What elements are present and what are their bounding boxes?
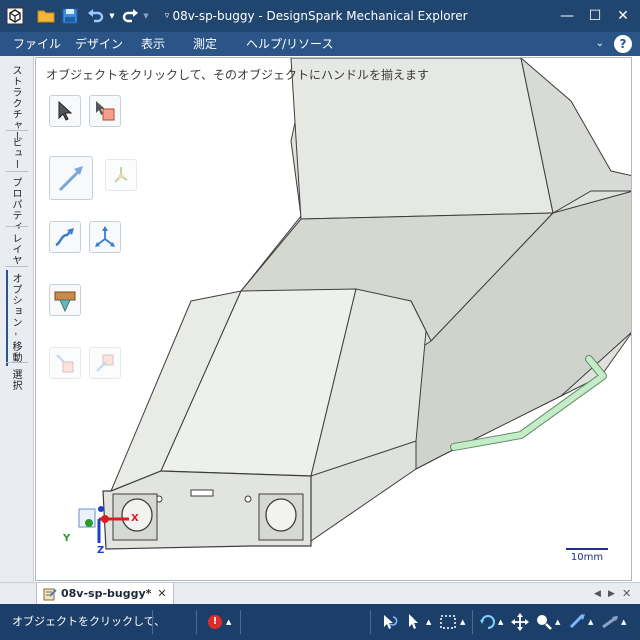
minimize-button[interactable]: — [552, 0, 582, 32]
side-tab-divider [6, 266, 28, 267]
menu-file[interactable]: ファイル [13, 32, 61, 56]
tab-close-icon[interactable]: ✕ [622, 583, 631, 605]
rotate-icon[interactable] [478, 612, 498, 632]
anchor-icon [114, 167, 128, 183]
anchor-tool[interactable] [105, 159, 137, 191]
status-separator [196, 610, 197, 634]
title-bar: 08v-sp-buggy - DesignSpark Mechanical Ex… [0, 0, 640, 32]
cursor-arrow-icon [58, 100, 73, 121]
save-icon[interactable] [60, 6, 80, 26]
side-tab-strip: ストラクチャー ビュー プロパティ レイヤ オプション - 移動 選択 [0, 56, 34, 583]
undo-icon[interactable] [86, 6, 106, 26]
fly-dropdown-icon[interactable]: ▲ [621, 612, 629, 632]
spin-icon[interactable] [568, 612, 588, 632]
box-select-icon[interactable] [438, 612, 458, 632]
customize-toolbar-icon[interactable]: ▿ [162, 6, 172, 26]
status-separator [370, 610, 371, 634]
pan-icon[interactable] [510, 612, 530, 632]
menu-measure[interactable]: 測定 [193, 32, 217, 56]
redo-icon[interactable] [120, 6, 140, 26]
select-box-icon [96, 101, 115, 121]
select-component-tool[interactable] [89, 95, 121, 127]
side-tab-divider [6, 362, 28, 363]
side-tab-structure[interactable]: ストラクチャー [6, 62, 28, 145]
disabled-tool-b [89, 347, 121, 379]
menu-help-resources[interactable]: ヘルプ/リソース [246, 32, 333, 56]
menu-bar: ファイル デザイン 表示 測定 ヘルプ/リソース ⌄ ? [0, 32, 640, 56]
status-separator [240, 610, 241, 634]
multi-arrow-icon [95, 226, 115, 247]
ribbon-collapse-icon[interactable]: ⌄ [596, 32, 604, 56]
tab-scroll-right-icon[interactable]: ▶ [608, 583, 615, 605]
zoom-icon[interactable] [534, 612, 554, 632]
z-axis-label: Z [97, 545, 105, 556]
menu-design[interactable]: デザイン [75, 32, 123, 56]
side-tab-layers[interactable]: レイヤ [6, 230, 28, 269]
ruler-dimension-tool[interactable] [49, 284, 81, 316]
fly-icon[interactable] [600, 612, 620, 632]
undo-dropdown-icon[interactable]: ▼ [108, 6, 116, 26]
zoom-dropdown-icon[interactable]: ▲ [555, 612, 563, 632]
scale-bar-line [566, 548, 608, 550]
x-axis-label: X [131, 513, 139, 524]
document-tab-active[interactable]: 08v-sp-buggy* ✕ [36, 583, 174, 605]
side-tab-selection[interactable]: 選択 [6, 366, 28, 394]
menu-view[interactable]: 表示 [141, 32, 165, 56]
error-dropdown-icon[interactable]: ▲ [226, 612, 234, 632]
document-tab-close-icon[interactable]: ✕ [157, 587, 166, 600]
side-tab-divider [6, 130, 28, 131]
disabled-tool-a [49, 347, 81, 379]
side-tab-view[interactable]: ビュー [6, 134, 28, 173]
select-arrow-tool[interactable] [49, 95, 81, 127]
side-tab-divider [6, 226, 28, 227]
close-button[interactable]: ✕ [608, 0, 638, 32]
status-separator [472, 610, 473, 634]
scale-bar-label: 10mm [570, 552, 604, 563]
document-icon [43, 588, 57, 600]
move-along-trajectory-tool[interactable] [49, 156, 93, 200]
maximize-button[interactable]: ☐ [580, 0, 610, 32]
viewport-hint-text: オブジェクトをクリックして、そのオブジェクトにハンドルを揃えます [46, 68, 430, 82]
move-along-path-tool[interactable] [49, 221, 81, 253]
tab-scroll-left-icon[interactable]: ◀ [594, 583, 601, 605]
app-logo-icon[interactable] [4, 6, 26, 26]
open-folder-icon[interactable] [36, 6, 56, 26]
y-axis-label: Y [63, 533, 71, 544]
arrow-box-icon [96, 354, 114, 372]
document-tab-label: 08v-sp-buggy* [61, 587, 152, 600]
design-viewport[interactable]: オブジェクトをクリックして、そのオブジェクトにハンドルを揃えます X Y Z 1… [35, 57, 632, 581]
undo-select-icon[interactable] [380, 612, 400, 632]
box-select-dropdown-icon[interactable]: ▲ [460, 612, 468, 632]
side-tab-options-move[interactable]: オプション - 移動 [6, 270, 28, 366]
pointer-dropdown-icon[interactable]: ▲ [426, 612, 434, 632]
curved-arrow-icon [55, 228, 74, 247]
pull-handle-tool[interactable] [89, 221, 121, 253]
status-text: オブジェクトをクリックして、 [12, 615, 166, 628]
rotate-dropdown-icon[interactable]: ▲ [498, 612, 506, 632]
pointer-icon[interactable] [404, 612, 424, 632]
app-window: 08v-sp-buggy - DesignSpark Mechanical Ex… [0, 0, 640, 640]
buggy-model[interactable] [36, 58, 632, 581]
document-tab-bar: 08v-sp-buggy* ✕ ◀ ▶ ✕ [0, 582, 640, 605]
spin-dropdown-icon[interactable]: ▲ [588, 612, 596, 632]
error-icon[interactable]: ! [205, 612, 225, 632]
diagonal-arrow-icon [58, 166, 83, 192]
help-icon[interactable]: ? [614, 35, 632, 53]
redo-dropdown-icon[interactable]: ▼ [142, 6, 150, 26]
arrow-block-icon [56, 354, 74, 373]
side-tab-divider [6, 171, 28, 172]
block-support-icon [54, 291, 76, 313]
status-separator [152, 610, 153, 634]
scale-bar: 10mm [566, 548, 608, 563]
error-badge: ! [208, 615, 222, 629]
status-bar: オブジェクトをクリックして、 ! ▲ ▲ ▲ ▲ ▲ ▲ ▲ [0, 604, 640, 640]
